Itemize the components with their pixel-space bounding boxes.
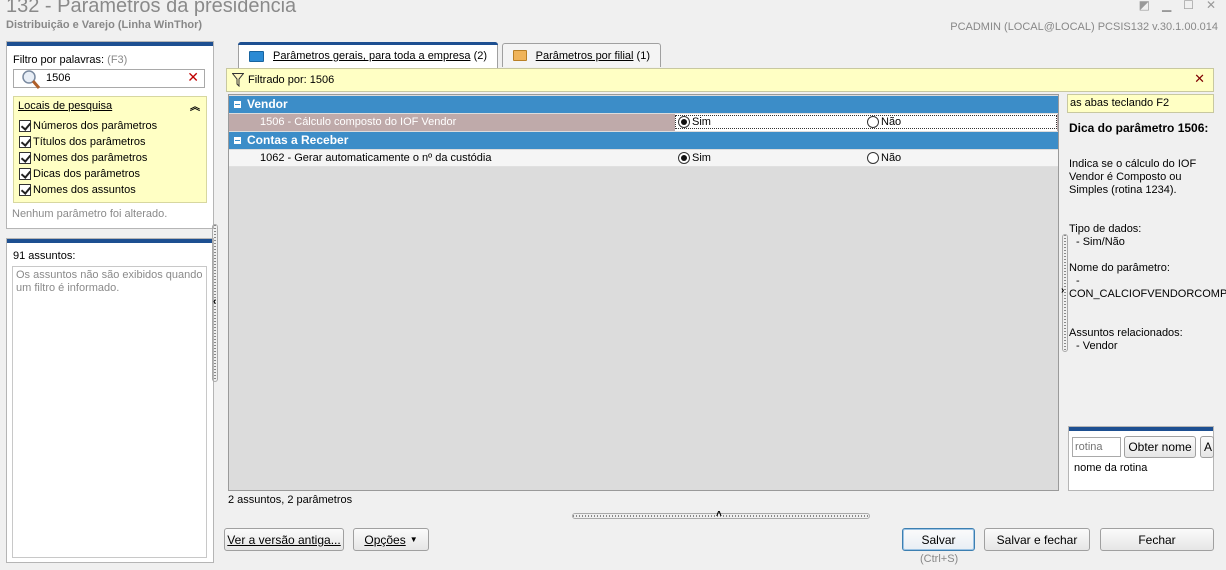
panel-accent	[1069, 427, 1213, 431]
radio-no[interactable]: Não	[867, 114, 901, 131]
checkbox-icon[interactable]	[19, 184, 31, 197]
locais-item[interactable]: Dicas dos parâmetros	[19, 168, 140, 183]
checkbox-icon[interactable]	[19, 152, 31, 165]
funnel-icon	[232, 73, 244, 87]
no-change-message: Nenhum parâmetro foi alterado.	[12, 208, 168, 220]
search-input[interactable]: 1506 ✕	[13, 69, 205, 89]
maximize-icon[interactable]: ☐	[1183, 0, 1194, 12]
window-title: 132 - Parâmetros da presidência	[6, 0, 297, 17]
get-name-button[interactable]: Obter nome	[1124, 436, 1196, 458]
clear-filter-icon[interactable]: ✕	[1194, 71, 1205, 87]
filter-panel: Filtro por palavras: (F3) 1506 ✕ Locais …	[6, 41, 214, 229]
param-name-label: Nome do parâmetro:	[1069, 262, 1170, 274]
radio-unchecked-icon	[867, 116, 879, 129]
tip-bar: as abas teclando F2	[1067, 94, 1214, 113]
checkbox-icon[interactable]	[19, 168, 31, 181]
param-tip: Dica do parâmetro 1506: Indica se o cálc…	[1069, 118, 1226, 353]
save-shortcut: (Ctrl+S)	[920, 553, 959, 565]
group-header[interactable]: Vendor	[229, 96, 1058, 113]
folder-icon	[249, 50, 264, 62]
locais-title: Locais de pesquisa	[18, 100, 113, 112]
param-row[interactable]: 1062 - Gerar automaticamente o nº da cus…	[229, 150, 1058, 167]
options-button[interactable]: Opções ▼	[353, 528, 429, 551]
subjects-list[interactable]: Os assuntos não são exibidos quando um f…	[12, 266, 207, 558]
collapse-icon[interactable]: ︽	[190, 98, 200, 113]
dropdown-icon: ▼	[409, 535, 418, 544]
panel-accent	[7, 42, 213, 46]
user-info: PCADMIN (LOCAL@LOCAL) PCSIS132 v.30.1.00…	[950, 21, 1218, 33]
expand-right-icon[interactable]: ›	[1061, 285, 1064, 296]
title-bar: 132 - Parâmetros da presidência Distribu…	[0, 0, 1226, 38]
checkbox-icon[interactable]	[19, 136, 31, 149]
locais-item[interactable]: Números dos parâmetros	[19, 120, 157, 135]
locais-item[interactable]: Títulos dos parâmetros	[19, 136, 146, 151]
save-button[interactable]: Salvar	[902, 528, 975, 551]
close-icon[interactable]: ✕	[1206, 0, 1216, 12]
type-label: Tipo de dados:	[1069, 223, 1142, 235]
tab-general-params[interactable]: Parâmetros gerais, para toda a empresa (…	[238, 42, 498, 69]
tab-accent	[238, 42, 498, 45]
params-grid: Vendor 1506 - Cálculo composto do IOF Ve…	[228, 94, 1059, 491]
rotina-panel: Obter nome A nome da rotina	[1068, 426, 1214, 491]
filter-bar: Filtrado por: 1506 ✕	[226, 68, 1214, 92]
param-name-dash: -	[1076, 275, 1080, 287]
param-label: 1506 - Cálculo composto do IOF Vendor	[260, 116, 457, 128]
close-button[interactable]: Fechar	[1100, 528, 1214, 551]
tab-branch-params[interactable]: Parâmetros por filial (1)	[502, 43, 661, 67]
related-label: Assuntos relacionados:	[1069, 327, 1183, 339]
clear-search-icon[interactable]: ✕	[187, 69, 199, 86]
tip-desc-line: Simples (rotina 1234).	[1069, 184, 1177, 196]
partial-button[interactable]: A	[1200, 436, 1214, 458]
search-locations: Locais de pesquisa ︽ Números dos parâmet…	[13, 96, 207, 203]
param-row[interactable]: 1506 - Cálculo composto do IOF Vendor Si…	[229, 114, 1058, 131]
subjects-count: 91 assuntos:	[13, 250, 76, 262]
collapse-left-icon[interactable]: ‹	[213, 296, 216, 307]
group-header[interactable]: Contas a Receber	[229, 132, 1058, 149]
old-version-button[interactable]: Ver a versão antiga...	[224, 528, 344, 551]
rotina-input[interactable]	[1072, 437, 1121, 457]
subjects-panel: 91 assuntos: Os assuntos não são exibido…	[6, 238, 214, 563]
window-controls: ◩ ▁ ☐ ✕	[1139, 0, 1216, 12]
window-subtitle: Distribuição e Varejo (Linha WinThor)	[6, 19, 203, 31]
rotina-name: nome da rotina	[1074, 462, 1148, 474]
save-close-button[interactable]: Salvar e fechar	[984, 528, 1090, 551]
folder-icon	[513, 50, 527, 61]
collapse-group-icon[interactable]	[234, 101, 241, 108]
panel-accent	[7, 239, 213, 243]
magnifier-icon	[22, 70, 41, 89]
search-value: 1506	[46, 72, 71, 84]
radio-checked-icon	[678, 116, 690, 129]
radio-unchecked-icon	[867, 152, 879, 165]
filter-label: Filtro por palavras: (F3)	[13, 54, 128, 66]
radio-no[interactable]: Não	[867, 150, 901, 167]
checkbox-icon[interactable]	[19, 120, 31, 133]
radio-yes[interactable]: Sim	[678, 150, 711, 167]
param-name-value: CON_CALCIOFVENDORCOMP	[1069, 288, 1226, 300]
type-value: - Sim/Não	[1076, 236, 1125, 248]
related-value: - Vendor	[1076, 340, 1118, 352]
minimize-icon[interactable]: ▁	[1162, 0, 1171, 12]
radio-yes[interactable]: Sim	[678, 114, 711, 131]
subjects-message: Os assuntos não são exibidos quando um f…	[16, 269, 203, 294]
collapse-group-icon[interactable]	[234, 137, 241, 144]
expand-up-icon[interactable]: ˄	[716, 509, 722, 520]
param-label: 1062 - Gerar automaticamente o nº da cus…	[260, 152, 492, 164]
radio-checked-icon	[678, 152, 690, 165]
focus-box	[675, 115, 1057, 129]
locais-item[interactable]: Nomes dos assuntos	[19, 184, 136, 199]
locais-item[interactable]: Nomes dos parâmetros	[19, 152, 147, 167]
grid-footer: 2 assuntos, 2 parâmetros	[228, 494, 353, 506]
edit-icon[interactable]: ◩	[1139, 0, 1150, 12]
tip-title: Dica do parâmetro 1506:	[1069, 121, 1209, 135]
tip-desc-line: Vendor é Composto ou	[1069, 171, 1182, 183]
filter-text: Filtrado por: 1506	[248, 74, 335, 86]
tip-desc-line: Indica se o cálculo do IOF	[1069, 158, 1197, 170]
